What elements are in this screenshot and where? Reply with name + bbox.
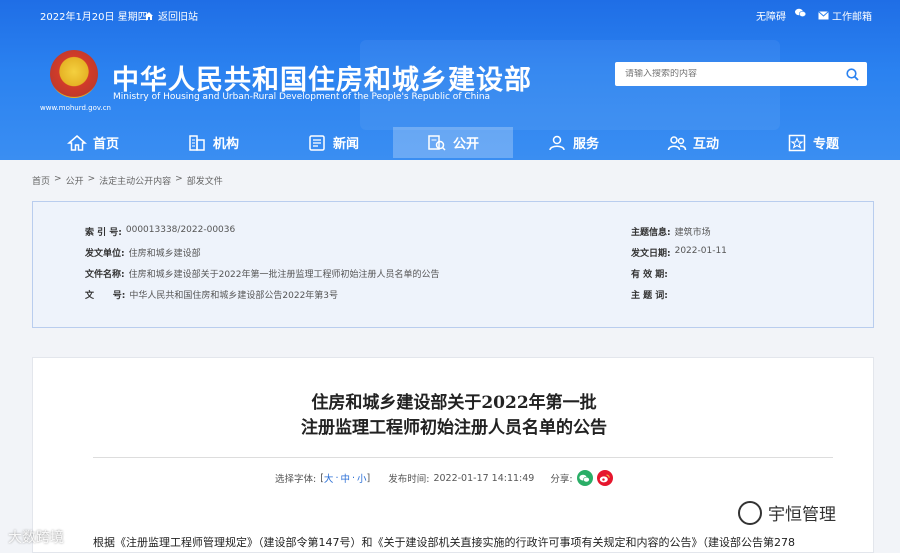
meta-validity-row: 有 效 期: — [631, 267, 672, 280]
meta-topic-row: 主题信息: 建筑市场 — [631, 225, 711, 238]
publish-time-label: 发布时间: — [388, 474, 430, 485]
breadcrumb-home[interactable]: 首页 — [32, 174, 50, 187]
nav-item-home[interactable]: 首页 — [33, 127, 153, 158]
title-divider — [93, 457, 833, 458]
font-size-medium[interactable]: 中 — [340, 471, 350, 485]
wechat-share-button[interactable] — [576, 470, 593, 486]
watermark-logo-icon — [738, 500, 762, 525]
old-site-link[interactable]: 返回旧站 — [144, 8, 198, 23]
meta-issuer-value: 住房和城乡建设部 — [128, 249, 201, 259]
font-size-separator: · — [335, 472, 339, 484]
document-title-line-2: 注册监理工程师初始注册人员名单的公告 — [301, 418, 607, 438]
watermark-left: 大数跨境 — [8, 530, 64, 546]
meta-index-label: 索 引 号: — [85, 228, 122, 238]
old-site-label: 返回旧站 — [158, 12, 198, 23]
service-icon — [549, 135, 565, 150]
building-icon — [189, 134, 205, 151]
nav-item-institutions[interactable]: 机构 — [153, 127, 273, 158]
work-mail-link[interactable]: 工作邮箱 — [818, 8, 872, 23]
nav-label: 机构 — [212, 137, 239, 152]
nav-label: 专题 — [812, 137, 839, 152]
weibo-icon — [599, 474, 610, 482]
nav-item-topics[interactable]: 专题 — [753, 127, 873, 158]
watermark-right: 宇恒管理 — [738, 500, 836, 525]
breadcrumb-statutory[interactable]: 法定主动公开内容 — [99, 174, 171, 187]
disclosure-icon — [428, 134, 446, 151]
breadcrumb-separator: > — [175, 174, 183, 184]
meta-topic-value: 建筑市场 — [674, 228, 711, 238]
meta-index-row: 索 引 号: 000013338/2022-00036 — [85, 225, 235, 238]
meta-keywords-label: 主 题 词: — [631, 291, 668, 301]
document-info-bar: 选择字体: [ 大 · 中 · 小 ] 发布时间: 2022-01-17 14:… — [275, 470, 613, 486]
home-icon — [66, 134, 87, 151]
document-title-line-1: 住房和城乡建设部关于2022年第一批 — [311, 393, 597, 413]
font-size-label: 选择字体: — [275, 474, 317, 485]
meta-date-label: 发文日期: — [631, 249, 671, 259]
weibo-share-button[interactable] — [596, 470, 613, 486]
meta-docnum-value: 中华人民共和国住房和城乡建设部公告2022年第3号 — [129, 291, 339, 301]
meta-keywords-row: 主 题 词: — [631, 288, 672, 301]
home-icon — [145, 11, 153, 20]
meta-docname-label: 文件名称: — [85, 270, 125, 280]
watermark-right-text: 宇恒管理 — [768, 505, 836, 525]
wechat-icon[interactable] — [795, 8, 807, 21]
search-icon — [845, 67, 859, 81]
nav-item-news[interactable]: 新闻 — [273, 127, 393, 158]
meta-docname-value: 住房和城乡建设部关于2022年第一批注册监理工程师初始注册人员名单的公告 — [128, 270, 440, 280]
share-label: 分享: — [550, 474, 573, 485]
search-input[interactable] — [615, 69, 837, 79]
meta-issuer-label: 发文单位: — [85, 249, 125, 259]
wechat-icon — [579, 474, 590, 482]
nav-label: 互动 — [692, 137, 719, 152]
search-box — [615, 62, 867, 86]
breadcrumb: 首页 > 公开 > 法定主动公开内容 > 部发文件 — [32, 174, 223, 187]
nav-item-interaction[interactable]: 互动 — [633, 127, 753, 158]
font-size-small[interactable]: 小 — [357, 471, 367, 485]
meta-date-row: 发文日期: 2022-01-11 — [631, 246, 727, 259]
nav-item-disclosure[interactable]: 公开 — [393, 127, 513, 158]
current-date: 2022年1月20日 星期四 — [40, 12, 148, 23]
meta-docnum-row: 文 号: 中华人民共和国住房和城乡建设部公告2022年第3号 — [85, 288, 338, 301]
site-header: 2022年1月20日 星期四 返回旧站 无障碍 工作邮箱 www.mohurd.… — [0, 0, 900, 160]
main-navigation: 首页 机构 新闻 公开 服务 互动 专题 — [33, 127, 873, 158]
work-mail-label: 工作邮箱 — [832, 12, 872, 23]
meta-validity-label: 有 效 期: — [631, 270, 668, 280]
meta-docname-row: 文件名称: 住房和城乡建设部关于2022年第一批注册监理工程师初始注册人员名单的… — [85, 267, 440, 280]
nav-label: 公开 — [452, 137, 479, 152]
nav-label: 新闻 — [332, 137, 359, 152]
news-icon — [309, 134, 325, 151]
breadcrumb-disclosure[interactable]: 公开 — [66, 174, 84, 187]
meta-index-value: 000013338/2022-00036 — [125, 225, 236, 235]
site-domain: www.mohurd.gov.cn — [40, 104, 111, 112]
search-button[interactable] — [837, 62, 867, 86]
meta-topic-label: 主题信息: — [631, 228, 671, 238]
document-body-text: 根据《注册监理工程师管理规定》（建设部令第147号）和《关于建设部机关直接实施的… — [93, 536, 795, 549]
nav-item-services[interactable]: 服务 — [513, 127, 633, 158]
nav-label: 服务 — [572, 137, 599, 152]
meta-issuer-row: 发文单位: 住房和城乡建设部 — [85, 246, 201, 259]
font-size-bracket-close: ] — [366, 472, 371, 484]
nav-label: 首页 — [92, 137, 119, 152]
national-emblem-logo[interactable] — [50, 50, 98, 98]
breadcrumb-separator: > — [87, 174, 96, 184]
topic-icon — [788, 134, 806, 151]
meta-date-value: 2022-01-11 — [674, 246, 727, 256]
breadcrumb-separator: > — [54, 174, 62, 184]
breadcrumb-ministry-docs[interactable]: 部发文件 — [187, 174, 223, 187]
document-metadata-panel: 索 引 号: 000013338/2022-00036 发文单位: 住房和城乡建… — [32, 201, 874, 328]
accessibility-link[interactable]: 无障碍 — [756, 8, 786, 23]
mail-icon — [818, 11, 829, 20]
meta-docnum-label: 文 号: — [85, 291, 126, 301]
site-subtitle: Ministry of Housing and Urban-Rural Deve… — [113, 92, 491, 102]
publish-time-value: 2022-01-17 14:11:49 — [433, 472, 535, 484]
top-bar: 2022年1月20日 星期四 返回旧站 无障碍 工作邮箱 — [0, 0, 900, 28]
font-size-separator: · — [351, 472, 356, 484]
interaction-icon — [667, 135, 687, 150]
font-size-large[interactable]: 大 — [324, 471, 334, 485]
